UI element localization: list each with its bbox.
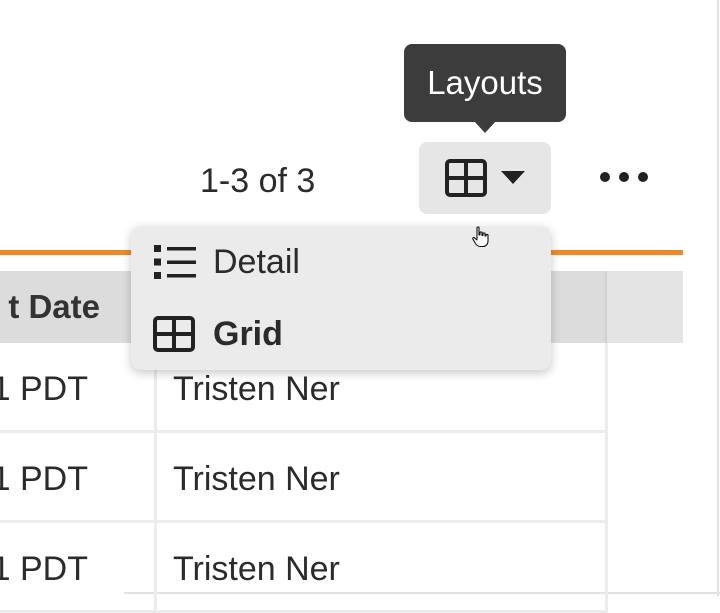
layouts-button[interactable] xyxy=(419,142,551,214)
table-body: 1 PDT Tristen Ner 1 PDT Tristen Ner 1 PD… xyxy=(0,343,608,613)
menu-item-grid[interactable]: Grid xyxy=(131,298,551,370)
cell-owner: Tristen Ner xyxy=(157,523,608,613)
menu-item-grid-label: Grid xyxy=(213,314,283,353)
layouts-tooltip: Layouts xyxy=(404,44,566,122)
viewport-edge xyxy=(717,0,719,596)
tooltip-arrow xyxy=(474,121,496,133)
grid-icon xyxy=(445,159,487,197)
caret-down-icon xyxy=(501,171,525,185)
cell-owner: Tristen Ner xyxy=(157,433,608,523)
more-options-button[interactable] xyxy=(590,158,658,200)
cell-date: 1 PDT xyxy=(0,523,157,613)
column-header-date-label: t Date xyxy=(8,288,100,325)
ellipsis-icon xyxy=(599,170,649,188)
list-icon xyxy=(153,242,199,282)
menu-item-detail-label: Detail xyxy=(213,242,300,281)
table-row[interactable]: 1 PDT Tristen Ner xyxy=(0,523,608,613)
grid-icon xyxy=(153,314,199,354)
cell-date-text: 1 PDT xyxy=(0,550,88,588)
cell-date-text: 1 PDT xyxy=(0,460,88,498)
hand-cursor-icon xyxy=(471,226,491,248)
cell-date: 1 PDT xyxy=(0,433,157,523)
cell-date-text: 1 PDT xyxy=(0,370,88,408)
tooltip-label: Layouts xyxy=(427,64,543,101)
pagination-count: 1-3 of 3 xyxy=(200,162,316,200)
table-row[interactable]: 1 PDT Tristen Ner xyxy=(0,433,608,523)
